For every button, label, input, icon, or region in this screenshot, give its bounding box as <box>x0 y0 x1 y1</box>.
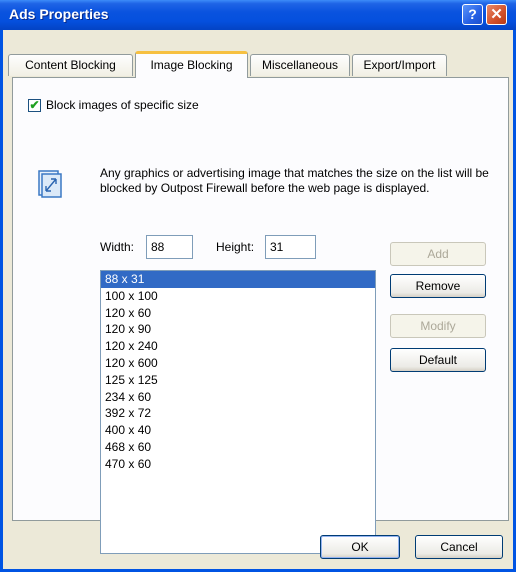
list-item[interactable]: 88 x 31 <box>101 271 375 288</box>
list-item[interactable]: 120 x 90 <box>101 321 375 338</box>
title-bar[interactable]: Ads Properties ? ✕ <box>0 0 516 30</box>
block-images-checkbox[interactable]: ✔ <box>28 99 41 112</box>
question-icon: ? <box>468 6 477 22</box>
list-item[interactable]: 392 x 72 <box>101 405 375 422</box>
list-item[interactable]: 120 x 600 <box>101 355 375 372</box>
width-input[interactable] <box>146 235 193 259</box>
tab-export-import[interactable]: Export/Import <box>352 54 447 76</box>
dialog-client: Content Blocking Image Blocking Miscella… <box>3 30 513 569</box>
list-item[interactable]: 400 x 40 <box>101 422 375 439</box>
add-button[interactable]: Add <box>390 242 486 266</box>
close-button[interactable]: ✕ <box>486 4 507 25</box>
list-item[interactable]: 470 x 60 <box>101 456 375 473</box>
remove-button[interactable]: Remove <box>390 274 486 298</box>
list-item[interactable]: 120 x 240 <box>101 338 375 355</box>
modify-button[interactable]: Modify <box>390 314 486 338</box>
close-icon: ✕ <box>490 6 503 23</box>
list-item[interactable]: 125 x 125 <box>101 372 375 389</box>
height-label: Height: <box>216 240 255 254</box>
tab-content-blocking[interactable]: Content Blocking <box>8 54 133 76</box>
list-item[interactable]: 100 x 100 <box>101 288 375 305</box>
size-list[interactable]: 88 x 31 100 x 100 120 x 60 120 x 90 120 x 24… <box>100 270 376 554</box>
tab-miscellaneous[interactable]: Miscellaneous <box>250 54 350 76</box>
list-item[interactable]: 234 x 60 <box>101 389 375 406</box>
height-input[interactable] <box>265 235 316 259</box>
resize-image-icon <box>38 170 62 198</box>
list-item[interactable]: 468 x 60 <box>101 439 375 456</box>
checkmark-icon: ✔ <box>29 98 40 112</box>
list-item[interactable]: 120 x 60 <box>101 305 375 322</box>
window-title: Ads Properties <box>9 6 109 22</box>
default-button[interactable]: Default <box>390 348 486 372</box>
cancel-button[interactable]: Cancel <box>415 535 503 559</box>
tab-image-blocking[interactable]: Image Blocking <box>135 51 248 78</box>
help-button[interactable]: ? <box>462 4 483 25</box>
ok-button[interactable]: OK <box>320 535 400 559</box>
image-blocking-panel: ✔ Block images of specific size Any grap… <box>12 77 509 554</box>
width-label: Width: <box>100 240 135 254</box>
block-images-label[interactable]: Block images of specific size <box>46 98 199 112</box>
ads-properties-window: Ads Properties ? ✕ Content Blocking Imag… <box>0 0 516 572</box>
info-text: Any graphics or advertising image that m… <box>100 166 489 195</box>
